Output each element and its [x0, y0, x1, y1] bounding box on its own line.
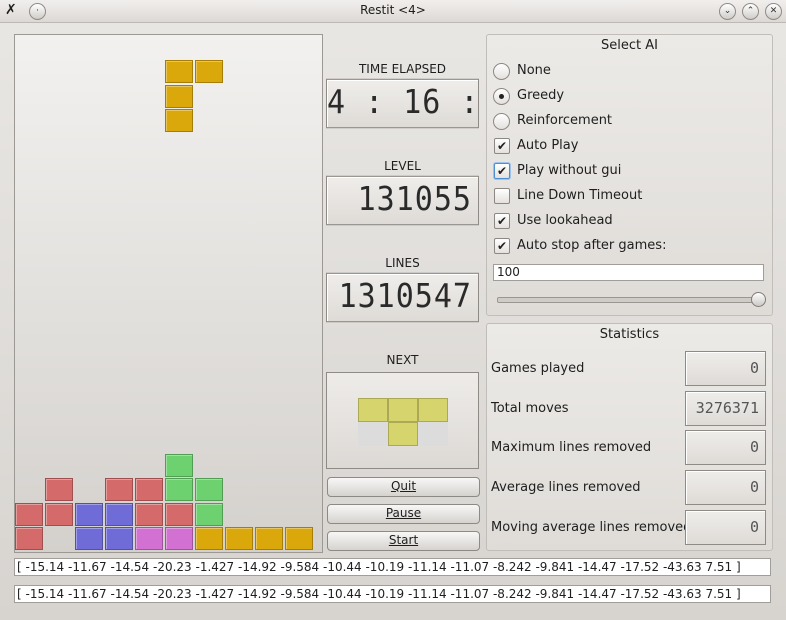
play-without-gui-label: Play without gui	[517, 163, 622, 178]
time-elapsed-display: 4 : 16 : 28	[326, 78, 479, 129]
max-lines-label: Maximum lines removed	[491, 440, 652, 455]
line-down-timeout-label: Line Down Timeout	[517, 188, 643, 203]
check-icon[interactable]: ✔	[494, 213, 510, 229]
board-block	[195, 502, 223, 526]
radio-none-indicator[interactable]	[493, 62, 510, 80]
next-piece-block	[418, 422, 448, 446]
radio-greedy[interactable]: Greedy	[493, 87, 564, 105]
select-ai-title: Select AI	[601, 38, 658, 53]
next-label: NEXT	[386, 353, 419, 367]
weights-field-2[interactable]: [ -15.14 -11.67 -14.54 -20.23 -1.427 -14…	[14, 585, 771, 603]
next-piece-preview	[326, 372, 479, 469]
next-piece-block	[358, 398, 388, 422]
quit-button[interactable]: Quit	[327, 477, 480, 497]
board-block	[135, 527, 163, 551]
games-count-input[interactable]: 100	[493, 264, 764, 281]
moving-average-lines-label: Moving average lines removed	[491, 520, 692, 535]
games-played-label: Games played	[491, 361, 585, 376]
board-block	[105, 502, 133, 526]
max-lines-display: 0	[685, 430, 766, 465]
check-icon[interactable]: ✔	[494, 163, 510, 179]
start-button[interactable]: Start	[327, 531, 480, 551]
close-icon[interactable]: ✕	[765, 3, 782, 20]
board-block	[75, 527, 103, 551]
check-icon[interactable]: ✔	[494, 138, 510, 154]
radio-none[interactable]: None	[493, 62, 551, 80]
level-display: 131055	[326, 175, 479, 226]
board-block	[105, 527, 133, 551]
use-lookahead-label: Use lookahead	[517, 213, 613, 228]
board-block	[165, 453, 193, 477]
check-icon[interactable]: ✔	[494, 238, 510, 254]
board-block	[195, 527, 223, 551]
radio-greedy-indicator[interactable]	[493, 87, 510, 105]
next-piece-block	[358, 422, 388, 446]
radio-reinforcement-indicator[interactable]	[493, 112, 510, 130]
board-block	[105, 478, 133, 502]
minimize-icon[interactable]: ⌄	[719, 3, 736, 20]
radio-reinforcement-label: Reinforcement	[517, 113, 613, 128]
maximize-icon[interactable]: ⌃	[742, 3, 759, 20]
statistics-title: Statistics	[599, 327, 660, 342]
auto-play-label: Auto Play	[517, 138, 579, 153]
total-moves-display: 3276371	[685, 391, 766, 426]
board-block	[165, 502, 193, 526]
board-block	[165, 527, 193, 551]
moving-average-lines-display: 0	[685, 510, 766, 545]
checkbox-auto-play[interactable]: ✔ Auto Play	[494, 137, 578, 155]
games-slider-handle[interactable]	[751, 292, 766, 307]
board-block	[165, 60, 193, 83]
checkbox-use-lookahead[interactable]: ✔ Use lookahead	[494, 212, 613, 230]
games-played-display: 0	[685, 351, 766, 386]
board-block	[165, 109, 193, 133]
weights-field-1[interactable]: [ -15.14 -11.67 -14.54 -20.23 -1.427 -14…	[14, 558, 771, 576]
board-block	[135, 502, 163, 526]
board-block	[45, 478, 73, 502]
board-block	[15, 527, 43, 551]
checkbox-auto-stop[interactable]: ✔ Auto stop after games:	[494, 237, 666, 255]
game-board	[14, 34, 323, 553]
board-block	[165, 84, 193, 108]
board-block	[15, 502, 43, 526]
board-block	[195, 60, 223, 83]
board-block	[225, 527, 253, 551]
next-piece-block	[388, 398, 418, 422]
auto-stop-label: Auto stop after games:	[517, 238, 667, 253]
checkbox-empty-icon[interactable]	[494, 188, 510, 204]
pause-button[interactable]: Pause	[327, 504, 480, 524]
level-label: LEVEL	[384, 159, 421, 173]
board-block	[45, 502, 73, 526]
board-block	[75, 502, 103, 526]
average-lines-label: Average lines removed	[491, 480, 641, 495]
games-slider-track[interactable]	[497, 297, 761, 303]
total-moves-label: Total moves	[491, 401, 569, 416]
board-block	[135, 478, 163, 502]
board-block	[195, 478, 223, 502]
board-block	[255, 527, 283, 551]
lines-label: LINES	[385, 256, 420, 270]
board-block	[285, 527, 313, 551]
lines-display: 1310547	[326, 272, 479, 323]
radio-none-label: None	[517, 63, 551, 78]
checkbox-line-down-timeout[interactable]: Line Down Timeout	[494, 187, 642, 205]
radio-greedy-label: Greedy	[517, 88, 565, 103]
board-block	[165, 478, 193, 502]
title-bar: ✗ · Restit <4> ⌄ ⌃ ✕	[0, 0, 786, 23]
window-title: Restit <4>	[360, 3, 426, 17]
next-piece-block	[418, 398, 448, 422]
next-piece-block	[388, 422, 418, 446]
average-lines-display: 0	[685, 470, 766, 505]
time-elapsed-label: TIME ELAPSED	[358, 62, 447, 76]
radio-reinforcement[interactable]: Reinforcement	[493, 112, 612, 130]
checkbox-play-without-gui[interactable]: ✔ Play without gui	[494, 162, 621, 180]
